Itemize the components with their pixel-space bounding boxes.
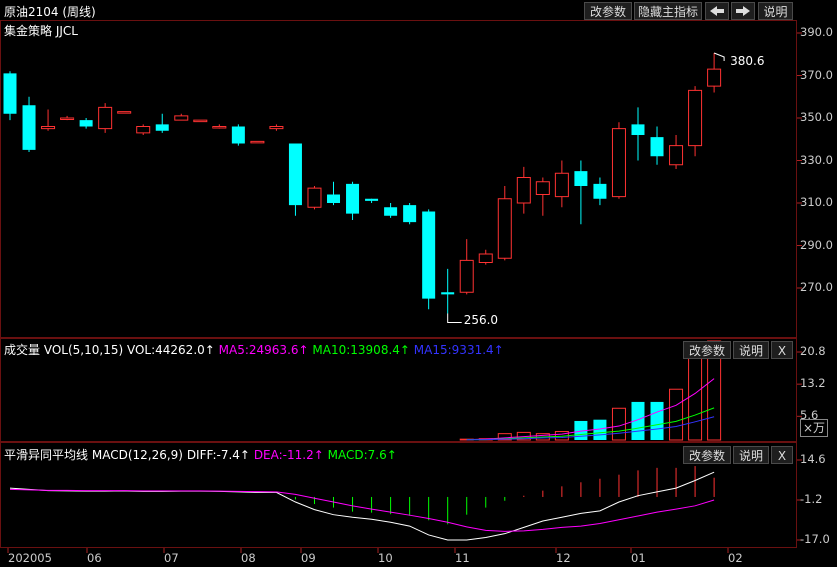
dea-value: DEA:-11.2↑ [253, 448, 324, 462]
price-tick-label: 330.0 [800, 152, 833, 167]
candle-body [327, 194, 341, 203]
dea-line [9, 488, 715, 532]
candle-body [459, 259, 474, 293]
candle-body [611, 128, 626, 198]
volume-explain-button[interactable]: 说明 [733, 341, 769, 359]
candle-body [707, 68, 722, 87]
candle-body [212, 126, 227, 129]
macd-explain-button[interactable]: 说明 [733, 446, 769, 464]
time-tick-label: 11 [455, 551, 470, 565]
high-price-label: 380.6 [730, 53, 765, 68]
low-marker-line [447, 313, 462, 323]
volume-panel-name: 成交量 [4, 343, 41, 357]
candle-body [22, 105, 36, 150]
candle-body [478, 253, 493, 263]
candle-body [365, 198, 379, 201]
candle-body [3, 73, 17, 114]
candle-body [535, 181, 550, 195]
macd-tick-label: -1.2 [800, 492, 823, 506]
volume-legend: 成交量 VOL(5,10,15) VOL:44262.0↑ MA5:24963.… [4, 341, 504, 358]
candle-body [669, 145, 684, 166]
candle-body [441, 292, 455, 295]
candle-body [346, 183, 360, 214]
macd-close-button[interactable]: X [771, 446, 793, 464]
candle-body [269, 126, 284, 130]
low-price-label: 256.0 [463, 312, 499, 327]
candle-body [650, 137, 664, 157]
candle-body [193, 119, 208, 123]
volume-tick-label: 20.8 [800, 344, 826, 358]
price-tick-label: 290.0 [800, 237, 833, 252]
macd-panel-name: 平滑异同平均线 [4, 448, 89, 462]
diff-line [9, 471, 715, 541]
price-tick-label: 370.0 [800, 67, 833, 82]
price-tick-label: 390.0 [800, 25, 833, 39]
candle-body [98, 106, 113, 130]
candle-body [688, 89, 703, 147]
candle-body [231, 126, 245, 144]
candle-body [516, 177, 531, 204]
volume-ma-line [466, 416, 715, 441]
macd-modify-params-button[interactable]: 改参数 [683, 446, 731, 464]
time-tick-label: 202005 [8, 551, 52, 565]
macd-tick-label: -17.0 [800, 532, 830, 546]
volume-indicator: VOL(5,10,15) [43, 343, 124, 357]
macd-legend: 平滑异同平均线 MACD(12,26,9) DIFF:-7.4↑ DEA:-11… [4, 446, 397, 463]
ma5-value: MA5:24963.6↑ [218, 343, 309, 357]
candle-body [384, 207, 398, 216]
candle-body [79, 120, 93, 127]
volume-bar [688, 354, 703, 441]
candle-body [403, 205, 417, 223]
candle-body [136, 126, 151, 134]
price-tick-label: 270.0 [800, 280, 833, 294]
ma15-value: MA15:9331.4↑ [413, 343, 504, 357]
volume-modify-params-button[interactable]: 改参数 [683, 341, 731, 359]
candle-body [117, 111, 132, 114]
volume-ma-line [466, 407, 715, 441]
vol-value: VOL:44262.0↑ [126, 343, 215, 357]
candle-body [155, 124, 169, 131]
volume-bar [650, 401, 664, 440]
candle-body [631, 124, 645, 135]
time-tick-label: 07 [164, 551, 179, 565]
time-tick-label: 10 [378, 551, 393, 565]
candle-body [307, 187, 322, 208]
time-tick-label: 08 [241, 551, 256, 565]
candle-body [250, 140, 265, 144]
candle-body [422, 211, 436, 299]
macd-tick-label: 14.6 [800, 452, 826, 466]
chart-canvas[interactable] [0, 0, 837, 567]
volume-close-button[interactable]: X [771, 341, 793, 359]
candle-body [554, 172, 569, 198]
time-tick-label: 02 [728, 551, 743, 565]
candle-body [60, 117, 75, 120]
time-tick-label: 12 [556, 551, 571, 565]
volume-ma-line [466, 378, 715, 441]
candle-body [174, 115, 189, 121]
volume-unit-label: ×万 [800, 419, 829, 437]
price-tick-label: 310.0 [800, 195, 833, 209]
candle-body [497, 198, 512, 259]
diff-value: DIFF:-7.4↑ [186, 448, 250, 462]
time-tick-label: 09 [301, 551, 316, 565]
time-tick-label: 01 [631, 551, 646, 565]
candle-body [593, 183, 607, 199]
price-tick-label: 350.0 [800, 110, 833, 124]
volume-tick-label: 13.2 [800, 376, 826, 391]
time-tick-label: 06 [87, 551, 102, 565]
high-marker-line [713, 52, 725, 61]
candle-body [288, 143, 302, 206]
candle-body [574, 171, 588, 186]
candle-body [41, 126, 56, 130]
volume-bar [669, 388, 684, 441]
macd-indicator: MACD(12,26,9) [91, 448, 183, 462]
ma10-value: MA10:13908.4↑ [312, 343, 410, 357]
macd-value: MACD:7.6↑ [327, 448, 397, 462]
